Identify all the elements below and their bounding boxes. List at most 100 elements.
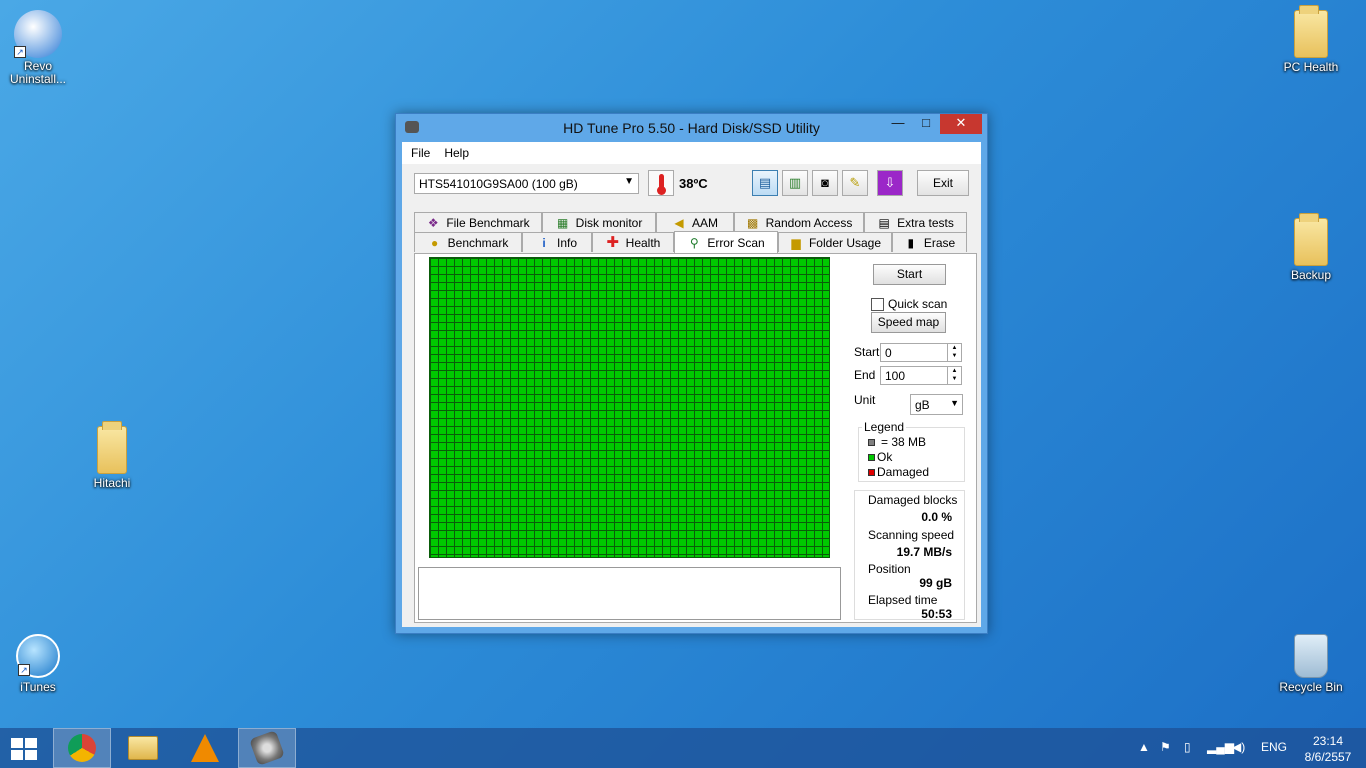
taskbar-chrome[interactable] (53, 728, 111, 768)
scan-log-box[interactable] (418, 567, 841, 620)
tab-label: Health (625, 235, 661, 250)
drive-select[interactable]: HTS541010G9SA00 (100 gB) ▼ (414, 173, 639, 194)
legend-ok: Ok (868, 450, 892, 464)
desktop-icon-recycle-bin[interactable]: Recycle Bin (1273, 634, 1349, 694)
copy-image-icon: ▥ (788, 175, 802, 190)
power-icon[interactable]: ▯ (1184, 740, 1191, 754)
random-access-icon: ▩ (746, 215, 759, 230)
speaker-icon: ◀ (674, 215, 684, 230)
desktop-icon-label: PC Health (1283, 60, 1339, 74)
damaged-blocks-value: 0.0 % (921, 510, 952, 524)
spinner-arrows-icon[interactable]: ▲ ▼ (947, 344, 961, 361)
menu-help[interactable]: Help (437, 142, 476, 164)
tab-extra-tests[interactable]: ▤ Extra tests (864, 212, 967, 232)
folder-icon (1294, 213, 1328, 266)
tab-label: Benchmark (447, 235, 509, 250)
network-signal-icon[interactable]: ▂▄▆ (1207, 740, 1234, 754)
elapsed-time-label: Elapsed time (868, 593, 938, 607)
taskbar-hdtune[interactable] (238, 728, 296, 768)
desktop-icon-label: Recycle Bin (1279, 680, 1343, 694)
desktop-icon-itunes[interactable]: ↗ iTunes (0, 634, 76, 694)
checkbox-box[interactable] (871, 297, 884, 311)
tab-aam[interactable]: ◀ AAM (656, 212, 734, 232)
options-button[interactable]: ✎ (842, 170, 868, 196)
legend-text: Ok (877, 450, 893, 464)
menu-file[interactable]: File (404, 142, 437, 164)
legend-damaged: Damaged (868, 465, 929, 479)
legend-text: = 38 MB (881, 435, 927, 449)
tab-label: Extra tests (897, 215, 954, 230)
window-client: File Help HTS541010G9SA00 (100 gB) ▼ 38º… (402, 142, 981, 627)
magnifier-icon: ⚲ (689, 235, 699, 250)
red-swatch (868, 468, 875, 476)
end-spinner[interactable]: 100 ▲ ▼ (880, 366, 962, 385)
trash-icon: ▮ (907, 235, 915, 250)
hdtune-icon (249, 730, 285, 766)
start-scan-button[interactable]: Start (873, 264, 946, 285)
taskbar-file-explorer[interactable] (114, 728, 172, 768)
lightbulb-icon: ● (431, 235, 439, 250)
close-button[interactable]: ✕ (940, 114, 982, 134)
copy-text-button[interactable]: ▤ (752, 170, 778, 196)
legend-title: Legend (862, 420, 907, 434)
extra-tests-icon: ▤ (878, 215, 890, 230)
start-field-label: Start (854, 345, 880, 359)
tab-health[interactable]: ✚ Health (592, 232, 674, 252)
start-button[interactable] (11, 738, 39, 760)
toolbar: HTS541010G9SA00 (100 gB) ▼ 38ºC ▤ ▥ ◙ ✎ … (402, 164, 981, 202)
shortcut-arrow-icon: ↗ (14, 46, 26, 58)
info-icon: i (542, 235, 546, 250)
tab-disk-monitor[interactable]: ▦ Disk monitor (542, 212, 656, 232)
tab-label: Info (556, 235, 577, 250)
title-bar[interactable]: HD Tune Pro 5.50 - Hard Disk/SSD Utility… (396, 114, 987, 142)
unit-select[interactable]: gB ▼ (910, 394, 963, 415)
recycle-bin-icon (1294, 634, 1328, 678)
block-map-grid (429, 257, 830, 558)
spinner-arrows-icon[interactable]: ▲ ▼ (947, 367, 961, 384)
tab-error-scan[interactable]: ⚲ Error Scan (674, 231, 778, 253)
tab-random-access[interactable]: ▩ Random Access (734, 212, 864, 232)
desktop-icon-pc-health[interactable]: PC Health (1273, 5, 1349, 74)
screenshot-button[interactable]: ◙ (812, 170, 838, 196)
folder-icon (1294, 5, 1328, 58)
desktop-icon-hitachi[interactable]: Hitachi (74, 421, 150, 490)
action-center-flag-icon[interactable]: ⚑ (1160, 740, 1171, 754)
unit-label: Unit (854, 393, 876, 407)
revo-uninstaller-icon: ↗ (14, 10, 62, 58)
position-value: 99 gB (919, 576, 952, 590)
position-label: Position (868, 562, 911, 576)
volume-icon[interactable]: ◀) (1232, 740, 1245, 754)
minimize-button[interactable]: — (884, 114, 912, 134)
tab-info[interactable]: i Info (522, 232, 592, 252)
file-benchmark-icon: ❖ (427, 215, 439, 230)
tab-label: Disk monitor (575, 215, 643, 230)
maximize-button[interactable]: □ (912, 114, 940, 134)
scanning-speed-label: Scanning speed (868, 528, 955, 542)
language-indicator[interactable]: ENG (1261, 740, 1287, 754)
tab-benchmark[interactable]: ● Benchmark (414, 232, 522, 252)
clock[interactable]: 23:14 8/6/2557 (1300, 733, 1356, 765)
tab-file-benchmark[interactable]: ❖ File Benchmark (414, 212, 542, 232)
copy-image-button[interactable]: ▥ (782, 170, 808, 196)
hdtune-window: HD Tune Pro 5.50 - Hard Disk/SSD Utility… (395, 113, 988, 634)
copy-text-icon: ▤ (758, 175, 772, 190)
clock-time: 23:14 (1312, 734, 1344, 748)
end-value: 100 (885, 369, 906, 383)
desktop-icon-revo[interactable]: ↗ Revo Uninstall... (0, 10, 76, 86)
taskbar: ▲ ⚑ ▯ ▂▄▆ ◀) ENG 23:14 8/6/2557 (0, 728, 1366, 768)
camera-icon: ◙ (821, 175, 829, 190)
desktop-icon-backup[interactable]: Backup (1273, 213, 1349, 282)
save-button[interactable]: ⇩ (877, 170, 903, 196)
drive-select-value: HTS541010G9SA00 (100 gB) (419, 177, 578, 191)
tab-folder-usage[interactable]: ▆ Folder Usage (778, 232, 892, 252)
quick-scan-checkbox[interactable]: Quick scan (871, 297, 947, 311)
speed-map-button[interactable]: Speed map (871, 312, 946, 333)
error-scan-panel: Start Quick scan Speed map Start 0 ▲ ▼ En… (414, 253, 977, 623)
taskbar-vlc[interactable] (176, 728, 234, 768)
start-spinner[interactable]: 0 ▲ ▼ (880, 343, 962, 362)
show-hidden-icons-button[interactable]: ▲ (1138, 740, 1150, 754)
exit-button[interactable]: Exit (917, 170, 969, 196)
legend-block-size: = 38 MB (868, 435, 926, 449)
tab-erase[interactable]: ▮ Erase (892, 232, 967, 252)
windows-logo-icon (11, 738, 23, 748)
